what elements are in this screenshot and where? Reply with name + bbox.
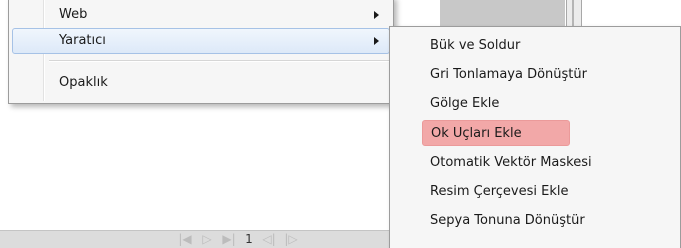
submenu-item-otomatik-vektor-maskesi[interactable]: Otomatik Vektör Maskesi bbox=[422, 150, 592, 176]
menu-item-web[interactable]: Web bbox=[12, 2, 390, 28]
menu-separator bbox=[49, 60, 389, 62]
menu-item-label: Web bbox=[59, 7, 88, 22]
prev-page-icon[interactable]: ▷ bbox=[198, 231, 216, 247]
submenu-item-ok-uclari-ekle[interactable]: Ok Uçları Ekle bbox=[422, 120, 570, 146]
submenu-item-golge-ekle[interactable]: Gölge Ekle bbox=[422, 91, 570, 117]
submenu-item-label: Resim Çerçevesi Ekle bbox=[430, 184, 569, 199]
context-menu: Web Yaratıcı Opaklık bbox=[8, 0, 394, 104]
play-icon[interactable]: |▷ bbox=[282, 231, 300, 247]
submenu-arrow-icon bbox=[374, 37, 379, 45]
menu-item-opaklik[interactable]: Opaklık bbox=[12, 70, 390, 96]
last-page-icon[interactable]: ◁| bbox=[260, 231, 278, 247]
submenu-item-sepya-tonu[interactable]: Sepya Tonuna Dönüştür bbox=[422, 208, 585, 234]
screen: |◀ ▷ ▶| 1 ◁| |▷ Web Yaratıcı Opaklık Bük… bbox=[0, 0, 681, 248]
submenu-item-gri-tonlama[interactable]: Gri Tonlamaya Dönüştür bbox=[422, 62, 587, 88]
menu-item-label: Opaklık bbox=[59, 75, 108, 90]
submenu-item-buk-ve-soldur[interactable]: Bük ve Soldur bbox=[422, 33, 570, 59]
submenu-arrow-icon bbox=[374, 11, 379, 19]
submenu-item-resim-cercevesi-ekle[interactable]: Resim Çerçevesi Ekle bbox=[422, 179, 570, 205]
next-page-icon[interactable]: ▶| bbox=[220, 231, 238, 247]
first-page-icon[interactable]: |◀ bbox=[176, 231, 194, 247]
submenu-item-label: Bük ve Soldur bbox=[430, 38, 521, 53]
submenu-item-label: Gölge Ekle bbox=[430, 96, 500, 111]
submenu-item-label: Sepya Tonuna Dönüştür bbox=[430, 213, 585, 228]
menu-item-yaratici[interactable]: Yaratıcı bbox=[12, 28, 390, 54]
page-navigation: |◀ ▷ ▶| 1 ◁| |▷ bbox=[176, 231, 300, 247]
submenu-item-label: Otomatik Vektör Maskesi bbox=[430, 155, 592, 170]
current-page-number: 1 bbox=[245, 232, 253, 246]
submenu-item-label: Gri Tonlamaya Dönüştür bbox=[430, 67, 587, 82]
submenu-item-label: Ok Uçları Ekle bbox=[431, 126, 522, 141]
submenu-yaratici: Bük ve Soldur Gri Tonlamaya Dönüştür Göl… bbox=[389, 26, 681, 248]
menu-item-label: Yaratıcı bbox=[59, 33, 106, 48]
